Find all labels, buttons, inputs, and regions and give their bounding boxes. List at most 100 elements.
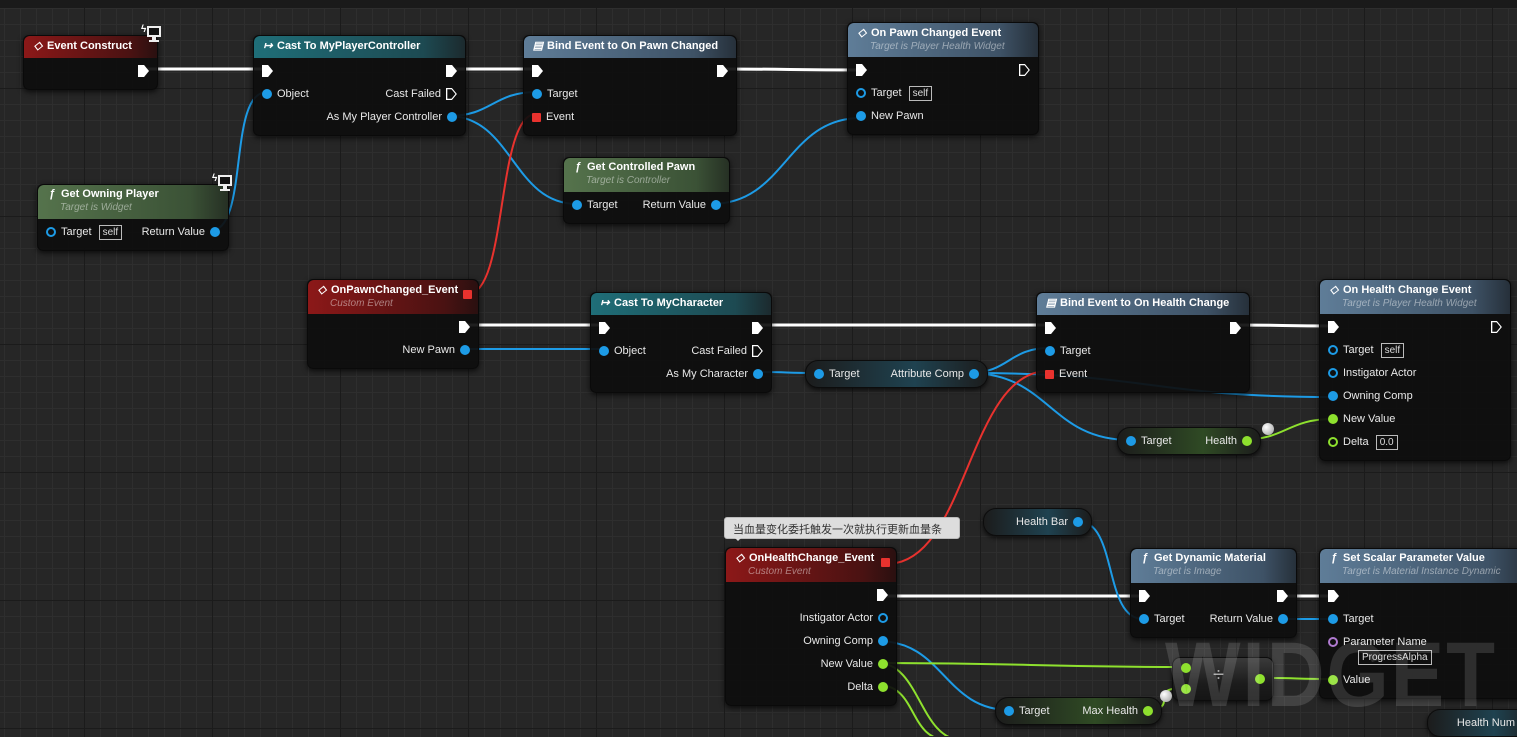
- exec-pin-icon[interactable]: [877, 589, 888, 601]
- delegate-output-pin[interactable]: [463, 290, 472, 299]
- new-value-pin[interactable]: New Value: [816, 655, 888, 673]
- object-pin-icon[interactable]: [262, 89, 272, 99]
- exec-pin-icon[interactable]: [1019, 64, 1030, 76]
- object-pin-icon[interactable]: [1328, 391, 1338, 401]
- node-on-health-change-event[interactable]: ◇ On Health Change Event Target is Player …: [1319, 279, 1511, 461]
- node-onpawnchanged-custom-event[interactable]: ◇ OnPawnChanged_Event Custom Event New Pawn: [307, 279, 479, 369]
- exec-wire[interactable]: [719, 67, 861, 72]
- float-wire[interactable]: [877, 662, 1185, 668]
- object-pin-icon[interactable]: [447, 112, 457, 122]
- float-pin-icon[interactable]: [1143, 706, 1153, 716]
- object-pin[interactable]: Object: [599, 342, 651, 360]
- node-header[interactable]: ↦ Cast To MyPlayerController: [254, 36, 465, 58]
- exec-pin-icon[interactable]: [752, 322, 763, 334]
- max-health-pin[interactable]: Max Health: [1077, 702, 1153, 720]
- float-pin-icon[interactable]: [878, 659, 888, 669]
- target-pin[interactable]: Target: [814, 365, 865, 383]
- exec-pin-icon[interactable]: [138, 65, 149, 77]
- node-cast-to-myplayercontroller[interactable]: ↦ Cast To MyPlayerController Object Cast Fa…: [253, 35, 466, 136]
- node-header[interactable]: ▤ Bind Event to On Health Change: [1037, 293, 1249, 315]
- node-get-health-bar[interactable]: Health Bar: [983, 508, 1092, 536]
- object-wire[interactable]: [877, 640, 1011, 711]
- object-pin-icon[interactable]: [856, 111, 866, 121]
- exec-pin-icon[interactable]: [532, 65, 543, 77]
- delegate-output-pin[interactable]: [881, 558, 890, 567]
- node-header[interactable]: ƒ Get Owning Player Target is Widget: [38, 185, 228, 219]
- delta-pin[interactable]: Delta 0.0: [1328, 433, 1398, 451]
- exec-pin-icon[interactable]: [717, 65, 728, 77]
- event-pin[interactable]: Event: [532, 108, 579, 126]
- object-pin-icon[interactable]: [878, 636, 888, 646]
- exec-pin[interactable]: [1277, 587, 1288, 605]
- object-pin-icon[interactable]: [599, 346, 609, 356]
- node-header[interactable]: ƒ Set Scalar Parameter Value Target is Mat…: [1320, 549, 1517, 583]
- node-header[interactable]: ƒ Get Dynamic Material Target is Image: [1131, 549, 1296, 583]
- exec-pin-icon[interactable]: [1139, 590, 1150, 602]
- object-pin-icon[interactable]: [1139, 614, 1149, 624]
- node-header[interactable]: ◇ OnPawnChanged_Event Custom Event: [308, 280, 478, 314]
- exec-pin[interactable]: [1019, 61, 1030, 79]
- exec-pin[interactable]: [752, 319, 763, 337]
- node-bind-on-health-change[interactable]: ▤ Bind Event to On Health Change Target Eve…: [1036, 292, 1250, 393]
- exec-pin-icon[interactable]: [1277, 590, 1288, 602]
- target-pin[interactable]: Target: [1045, 342, 1096, 360]
- target-pin[interactable]: Target: [1004, 702, 1055, 720]
- object-pin-icon[interactable]: [878, 613, 888, 623]
- target-pin[interactable]: Target: [532, 85, 583, 103]
- node-header[interactable]: ◇ On Pawn Changed Event Target is Player H…: [848, 23, 1038, 57]
- exec-pin-icon[interactable]: [1328, 321, 1339, 333]
- delegate-wire[interactable]: [467, 113, 537, 295]
- exec-pin[interactable]: [1491, 318, 1502, 336]
- node-get-health[interactable]: Target Health: [1117, 427, 1261, 455]
- exec-pin[interactable]: [459, 318, 470, 336]
- exec-pin[interactable]: [1230, 319, 1241, 337]
- object-pin-icon[interactable]: [1126, 436, 1136, 446]
- object-pin-icon[interactable]: [46, 227, 56, 237]
- exec-pin[interactable]: [532, 62, 543, 80]
- object-pin-icon[interactable]: [1328, 345, 1338, 355]
- exec-pin[interactable]: [446, 62, 457, 80]
- node-get-controlled-pawn[interactable]: ƒ Get Controlled Pawn Target is Controller…: [563, 157, 730, 224]
- object-pin-icon[interactable]: [460, 345, 470, 355]
- exec-pin-icon[interactable]: [1045, 322, 1056, 334]
- return-value-pin[interactable]: Return Value: [638, 196, 721, 214]
- float-pin-icon[interactable]: [1328, 437, 1338, 447]
- object-pin-icon[interactable]: [532, 89, 542, 99]
- object-pin-icon[interactable]: [969, 369, 979, 379]
- node-event-construct[interactable]: ◇ Event Construct: [23, 35, 158, 90]
- target-pin[interactable]: Target self: [1328, 341, 1405, 359]
- owning-comp-pin[interactable]: Owning Comp: [798, 632, 888, 650]
- float-pin-icon[interactable]: [1328, 414, 1338, 424]
- object-pin-icon[interactable]: [1328, 368, 1338, 378]
- exec-pin[interactable]: [599, 319, 610, 337]
- health-pin[interactable]: Health: [1200, 432, 1252, 450]
- attribute-comp-pin[interactable]: Attribute Comp: [886, 365, 979, 383]
- exec-pin[interactable]: [1328, 587, 1339, 605]
- target-pin[interactable]: Target: [1126, 432, 1177, 450]
- object-pin-icon[interactable]: [753, 369, 763, 379]
- pin-default-value-input[interactable]: self: [908, 85, 933, 101]
- exec-pin[interactable]: [877, 586, 888, 604]
- object-pin-icon[interactable]: [711, 200, 721, 210]
- object-pin-icon[interactable]: [814, 369, 824, 379]
- float-pin-icon[interactable]: [1242, 436, 1252, 446]
- as-my-character-pin[interactable]: As My Character: [661, 365, 763, 383]
- node-comment-bubble[interactable]: 当血量变化委托触发一次就执行更新血量条: [724, 517, 960, 541]
- target-pin[interactable]: Target self: [46, 223, 123, 241]
- exec-pin-icon[interactable]: [752, 345, 763, 357]
- delegate-pin-icon[interactable]: [1045, 369, 1054, 379]
- exec-pin-icon[interactable]: [459, 321, 470, 333]
- owning-comp-pin[interactable]: Owning Comp: [1328, 387, 1418, 405]
- node-header[interactable]: ◇ On Health Change Event Target is Player …: [1320, 280, 1510, 314]
- new-value-pin[interactable]: New Value: [1328, 410, 1400, 428]
- object-pin[interactable]: Object: [262, 85, 314, 103]
- pin-default-value-input[interactable]: self: [1380, 342, 1405, 358]
- exec-pin-icon[interactable]: [1328, 590, 1339, 602]
- target-pin[interactable]: Target self: [856, 84, 933, 102]
- node-onhealthchange-custom-event[interactable]: ◇ OnHealthChange_Event Custom Event Instiga…: [725, 547, 897, 706]
- exec-pin-icon[interactable]: [446, 88, 457, 100]
- instigator-actor-pin[interactable]: Instigator Actor: [1328, 364, 1421, 382]
- exec-pin[interactable]: [717, 62, 728, 80]
- node-header[interactable]: ↦ Cast To MyCharacter: [591, 293, 771, 315]
- cast-failed-pin[interactable]: Cast Failed: [686, 342, 763, 360]
